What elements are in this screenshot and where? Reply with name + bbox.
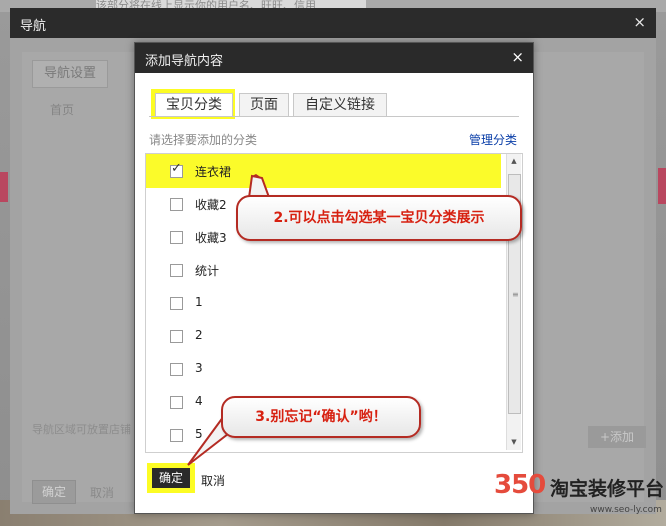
tab-divider [149, 116, 519, 117]
cancel-button[interactable]: 取消 [201, 472, 225, 489]
category-prompt: 请选择要添加的分类 [149, 133, 258, 147]
callout-select-category: 2.可以点击勾选某一宝贝分类展示 [236, 195, 522, 241]
background-pink-bar-left [0, 172, 8, 202]
checkbox[interactable] [170, 231, 183, 244]
category-label: 收藏3 [195, 231, 227, 245]
nav-item-home[interactable]: 首页 [50, 101, 74, 118]
category-label: 4 [195, 394, 203, 408]
category-label: 1 [195, 295, 203, 309]
outer-dialog-title: 导航 [20, 19, 47, 34]
checkbox[interactable] [170, 198, 183, 211]
inner-dialog-titlebar: 添加导航内容 × [135, 43, 533, 73]
checkbox[interactable] [170, 297, 183, 310]
callout-remember-confirm: 3.别忘记“确认”哟！ [221, 396, 421, 438]
tab-custom-links[interactable]: 自定义链接 [293, 93, 387, 116]
close-icon[interactable]: × [511, 48, 524, 66]
checkbox[interactable] [170, 363, 183, 376]
tab-navigation-settings[interactable]: 导航设置 [32, 60, 108, 88]
tab-pages[interactable]: 页面 [239, 93, 289, 116]
scroll-down-arrow-icon[interactable]: ▼ [509, 438, 519, 446]
tab-item-categories[interactable]: 宝贝分类 [155, 93, 233, 116]
watermark-text: 淘宝装修平台 [550, 478, 665, 500]
category-label: 2 [195, 328, 203, 342]
grip-icon: ≡ [512, 290, 519, 299]
add-navigation-dialog: 添加导航内容 × 宝贝分类 页面 自定义链接 请选择要添加的分类 管理分类 连衣… [134, 42, 534, 514]
outer-hint-text: 导航区域可放置店铺 [32, 423, 131, 436]
close-icon[interactable]: × [633, 13, 646, 31]
inner-dialog-title: 添加导航内容 [145, 54, 224, 69]
watermark-url: www.seo-ly.com [590, 505, 662, 515]
outer-ok-button[interactable]: 确定 [32, 480, 76, 504]
checkbox[interactable] [170, 264, 183, 277]
category-label: 统计 [195, 264, 220, 278]
background-pink-bar-right [658, 168, 666, 204]
category-label: 收藏2 [195, 198, 227, 212]
manage-categories-link[interactable]: 管理分类 [469, 131, 517, 148]
checkbox[interactable] [170, 161, 183, 178]
scroll-up-arrow-icon[interactable]: ▲ [509, 157, 519, 165]
checkbox[interactable] [170, 396, 183, 409]
ok-button[interactable]: 确定 [152, 468, 190, 488]
outer-dialog-titlebar: 导航 × [10, 8, 656, 38]
checkbox[interactable] [170, 429, 183, 442]
category-label: 5 [195, 427, 203, 441]
checkbox[interactable] [170, 330, 183, 343]
category-label: 3 [195, 361, 203, 375]
watermark-number: 350 [494, 470, 546, 500]
outer-cancel-button[interactable]: 取消 [90, 484, 114, 501]
add-button[interactable]: +添加 [588, 426, 646, 448]
category-label: 连衣裙 [195, 165, 232, 179]
